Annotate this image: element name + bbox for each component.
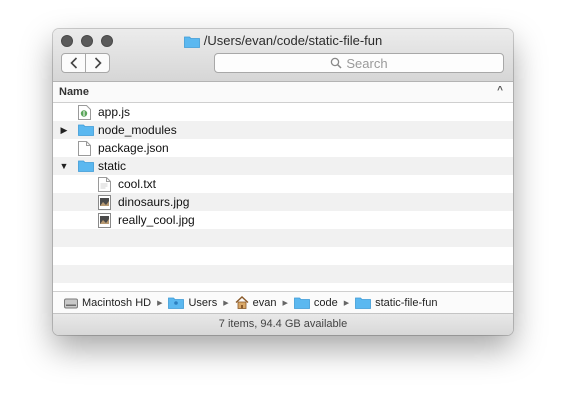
titlebar: /Users/evan/code/static-file-fun Search	[53, 29, 513, 82]
status-bar: 7 items, 94.4 GB available	[53, 313, 513, 335]
folder-icon	[183, 35, 200, 52]
column-header-name[interactable]: Name ^	[53, 82, 513, 103]
users-folder-icon	[168, 296, 185, 309]
document-icon	[78, 141, 94, 156]
file-name: cool.txt	[118, 177, 157, 191]
path-bar-label: static-file-fun	[375, 296, 438, 309]
path-bar-label: evan	[252, 296, 277, 309]
empty-row	[53, 247, 513, 265]
path-bar-item[interactable]: code	[293, 296, 338, 309]
path-bar-item[interactable]: static-file-fun	[355, 296, 437, 309]
file-name: node_modules	[98, 123, 177, 137]
search-placeholder: Search	[346, 55, 388, 71]
file-name: app.js	[98, 105, 131, 119]
text-file-icon	[98, 177, 114, 192]
file-name: static	[98, 159, 127, 173]
empty-row	[53, 265, 513, 283]
path-separator-icon: ▶	[343, 299, 350, 307]
folder-icon	[355, 296, 371, 309]
sort-ascending-icon: ^	[497, 85, 503, 96]
column-header-label: Name	[59, 86, 89, 98]
folder-icon	[78, 123, 94, 137]
path-separator-icon: ▶	[157, 299, 163, 307]
back-button[interactable]	[62, 54, 86, 72]
window-title-text: /Users/evan/code/static-file-fun	[203, 33, 383, 48]
folder-icon	[78, 159, 94, 173]
finder-window: /Users/evan/code/static-file-fun Search …	[53, 29, 513, 335]
image-file-icon	[98, 213, 114, 228]
path-bar: Macintosh HD ▶ Users ▶ evan ▶ code ▶ static-file…	[53, 291, 513, 313]
image-file-icon	[98, 195, 114, 210]
file-name: really_cool.jpg	[118, 213, 195, 227]
file-name: dinosaurs.jpg	[118, 195, 190, 209]
chevron-right-icon	[94, 57, 102, 69]
file-list-item[interactable]: really_cool.jpg	[53, 211, 513, 229]
path-bar-item[interactable]: evan	[235, 296, 277, 309]
js-file-icon	[78, 105, 94, 120]
empty-row	[53, 229, 513, 247]
path-bar-label: Users	[188, 296, 218, 309]
file-list-item[interactable]: ▶ node_modules	[53, 121, 513, 139]
search-input[interactable]: Search	[214, 53, 504, 73]
disclosure-expanded-icon[interactable]: ▼	[59, 157, 69, 175]
chevron-left-icon	[69, 57, 77, 69]
file-list-item[interactable]: dinosaurs.jpg	[53, 193, 513, 211]
search-icon	[330, 57, 342, 69]
window-title: /Users/evan/code/static-file-fun	[53, 33, 513, 49]
file-list-item[interactable]: cool.txt	[53, 175, 513, 193]
file-list-item[interactable]: package.json	[53, 139, 513, 157]
home-icon	[235, 296, 249, 309]
path-separator-icon: ▶	[282, 299, 288, 307]
path-separator-icon: ▶	[223, 299, 229, 307]
path-bar-label: Macintosh HD	[82, 296, 152, 309]
file-list: app.js ▶ node_modules package.json ▼ static co…	[53, 103, 513, 289]
hard-drive-icon	[64, 297, 78, 309]
path-bar-item[interactable]: Users	[168, 296, 217, 309]
path-bar-item[interactable]: Macintosh HD	[64, 297, 151, 309]
file-name: package.json	[98, 141, 169, 155]
disclosure-collapsed-icon[interactable]: ▶	[59, 121, 69, 139]
folder-icon	[293, 296, 310, 309]
forward-button[interactable]	[86, 54, 109, 72]
path-bar-label: code	[313, 296, 338, 309]
file-list-item[interactable]: ▼ static	[53, 157, 513, 175]
file-list-item[interactable]: app.js	[53, 103, 513, 121]
navigation-buttons	[61, 53, 110, 73]
